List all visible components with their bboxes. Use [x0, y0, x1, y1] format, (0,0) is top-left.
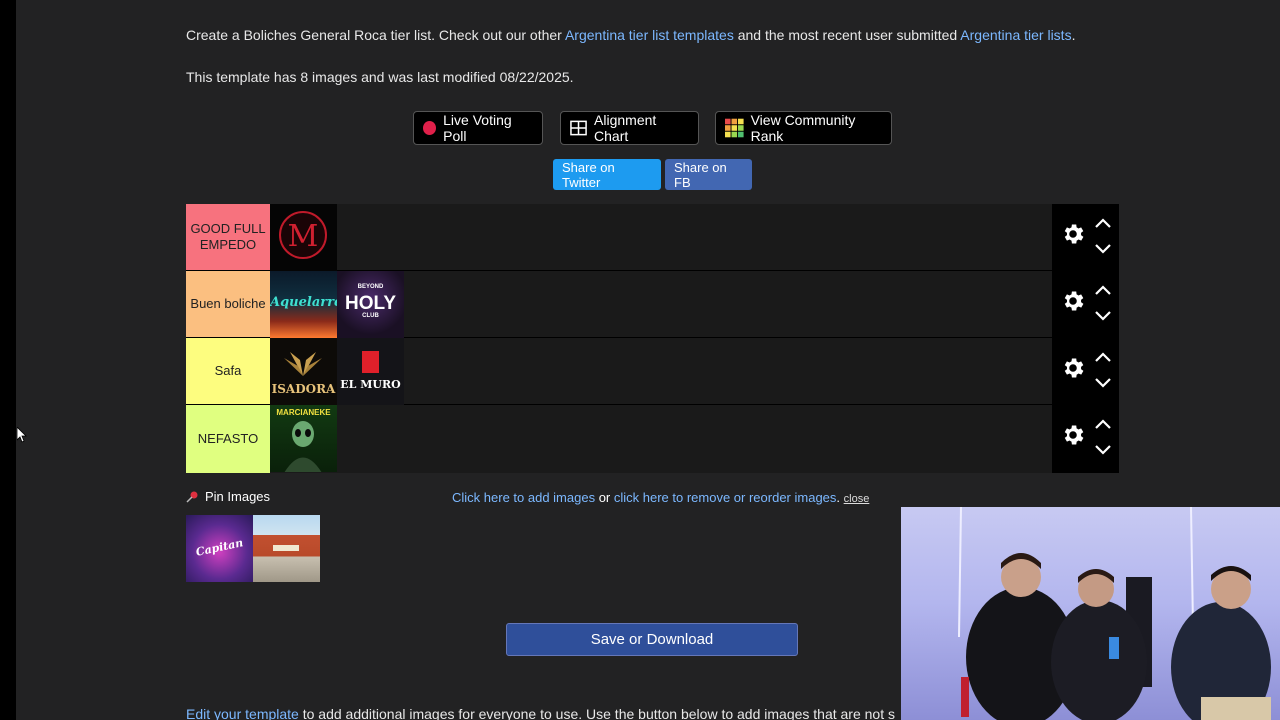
tier-label[interactable]: GOOD FULL EMPEDO	[186, 204, 270, 270]
isadora-text: ISADORA	[271, 382, 336, 396]
tier-controls	[1052, 204, 1119, 270]
gear-icon[interactable]	[1060, 422, 1086, 448]
argentina-tier-lists-link[interactable]: Argentina tier lists	[960, 27, 1071, 43]
intro-middle: and the most recent user submitted	[733, 27, 961, 43]
holy-sub-text: CLUB	[362, 313, 379, 319]
pin-icon	[186, 491, 198, 503]
chevron-up-icon[interactable]	[1094, 284, 1112, 296]
tier-label[interactable]: NEFASTO	[186, 405, 270, 473]
chevron-up-icon[interactable]	[1094, 217, 1112, 229]
el-muro-text: EL MURO	[340, 378, 401, 391]
share-twitter-button[interactable]: Share on Twitter	[553, 159, 661, 190]
chevron-up-icon[interactable]	[1094, 351, 1112, 363]
webcam-people	[958, 507, 1271, 720]
tier-item-holy[interactable]: BEYOND HOLY CLUB	[337, 271, 404, 338]
tier-items: ISADORA EL MURO	[270, 338, 1052, 405]
tier-row: Safa ISADORA EL MURO	[186, 338, 1119, 405]
add-images-dot: .	[836, 490, 844, 505]
chevron-down-icon[interactable]	[1094, 243, 1112, 255]
holy-top-text: BEYOND	[357, 284, 384, 290]
add-images-or: or	[595, 490, 614, 505]
community-rank-label: View Community Rank	[750, 112, 856, 144]
unranked-images: Capitan	[186, 515, 320, 582]
marcianeke-text: MARCIANEKE	[276, 408, 331, 417]
alignment-chart-button[interactable]: Alignment Chart	[560, 111, 699, 145]
red-dot-icon	[423, 121, 437, 135]
el-muro-emblem	[362, 351, 379, 373]
pin-images-toggle[interactable]: Pin Images	[186, 489, 270, 504]
intro-prefix: Create a Boliches General Roca tier list…	[186, 27, 565, 43]
chevron-down-icon[interactable]	[1094, 377, 1112, 389]
argentina-templates-link[interactable]: Argentina tier list templates	[565, 27, 734, 43]
footer-body: to add additional images for everyone to…	[298, 706, 895, 720]
tier-row: Buen boliche Aquelarre BEYOND HOLY CLUB	[186, 271, 1119, 338]
tier-items: Aquelarre BEYOND HOLY CLUB	[270, 271, 1052, 338]
tier-controls	[1052, 271, 1119, 337]
alignment-chart-label: Alignment Chart	[594, 112, 657, 144]
intro-text: Create a Boliches General Roca tier list…	[186, 27, 1075, 43]
wings-emblem	[284, 352, 322, 376]
reorder-images-link[interactable]: click here to remove or reorder images	[614, 490, 837, 505]
share-fb-button[interactable]: Share on FB	[665, 159, 752, 190]
webcam-overlay	[901, 507, 1280, 720]
tier-item-isadora[interactable]: ISADORA	[270, 338, 337, 405]
svg-text:M: M	[288, 219, 319, 254]
holy-main-text: HOLY	[344, 293, 397, 314]
grid-icon	[570, 120, 587, 136]
save-download-button[interactable]: Save or Download	[506, 623, 798, 656]
unranked-item-capitan[interactable]: Capitan	[186, 515, 253, 582]
intro-suffix: .	[1071, 27, 1076, 43]
chevron-up-icon[interactable]	[1094, 418, 1112, 430]
tier-label[interactable]: Safa	[186, 338, 270, 404]
edit-template-link[interactable]: Edit your template	[186, 706, 299, 720]
aquelarre-logo: Aquelarre	[270, 295, 337, 310]
chevron-down-icon[interactable]	[1094, 444, 1112, 456]
tier-item-el-muro[interactable]: EL MURO	[337, 338, 404, 405]
add-images-line: Click here to add images or click here t…	[452, 490, 869, 505]
tier-item-m[interactable]: M	[270, 204, 337, 271]
unranked-item-building[interactable]	[253, 515, 320, 582]
tier-items: M	[270, 204, 1052, 271]
gear-icon[interactable]	[1060, 221, 1086, 247]
tier-row: NEFASTO MARCIANEKE	[186, 405, 1119, 473]
template-meta: This template has 8 images and was last …	[186, 69, 574, 85]
tier-item-aquelarre[interactable]: Aquelarre	[270, 271, 337, 338]
chevron-down-icon[interactable]	[1094, 310, 1112, 322]
color-grid-icon	[725, 118, 744, 138]
tier-item-marcianeke[interactable]: MARCIANEKE	[270, 405, 337, 472]
tier-row: GOOD FULL EMPEDO M	[186, 204, 1119, 271]
gear-icon[interactable]	[1060, 355, 1086, 381]
live-voting-label: Live Voting Poll	[443, 112, 512, 144]
capitan-text: Capitan	[194, 536, 245, 559]
footer-text: Edit your template to add additional ima…	[186, 706, 895, 720]
pin-images-label: Pin Images	[205, 489, 271, 504]
alien-figure	[284, 421, 322, 472]
live-voting-poll-button[interactable]: Live Voting Poll	[413, 111, 543, 145]
tier-controls	[1052, 338, 1119, 404]
view-community-rank-button[interactable]: View Community Rank	[715, 111, 892, 145]
building-sign	[273, 545, 299, 551]
tier-controls	[1052, 405, 1119, 473]
add-images-link[interactable]: Click here to add images	[452, 490, 595, 505]
cursor-icon	[17, 427, 27, 443]
close-link[interactable]: close	[844, 493, 870, 505]
m-logo: M	[279, 211, 327, 259]
tier-items: MARCIANEKE	[270, 405, 1052, 473]
left-edge	[0, 0, 16, 720]
gear-icon[interactable]	[1060, 288, 1086, 314]
tier-board: GOOD FULL EMPEDO M Buen boliche Aquelarr…	[186, 204, 1119, 473]
tier-label[interactable]: Buen boliche	[186, 271, 270, 337]
